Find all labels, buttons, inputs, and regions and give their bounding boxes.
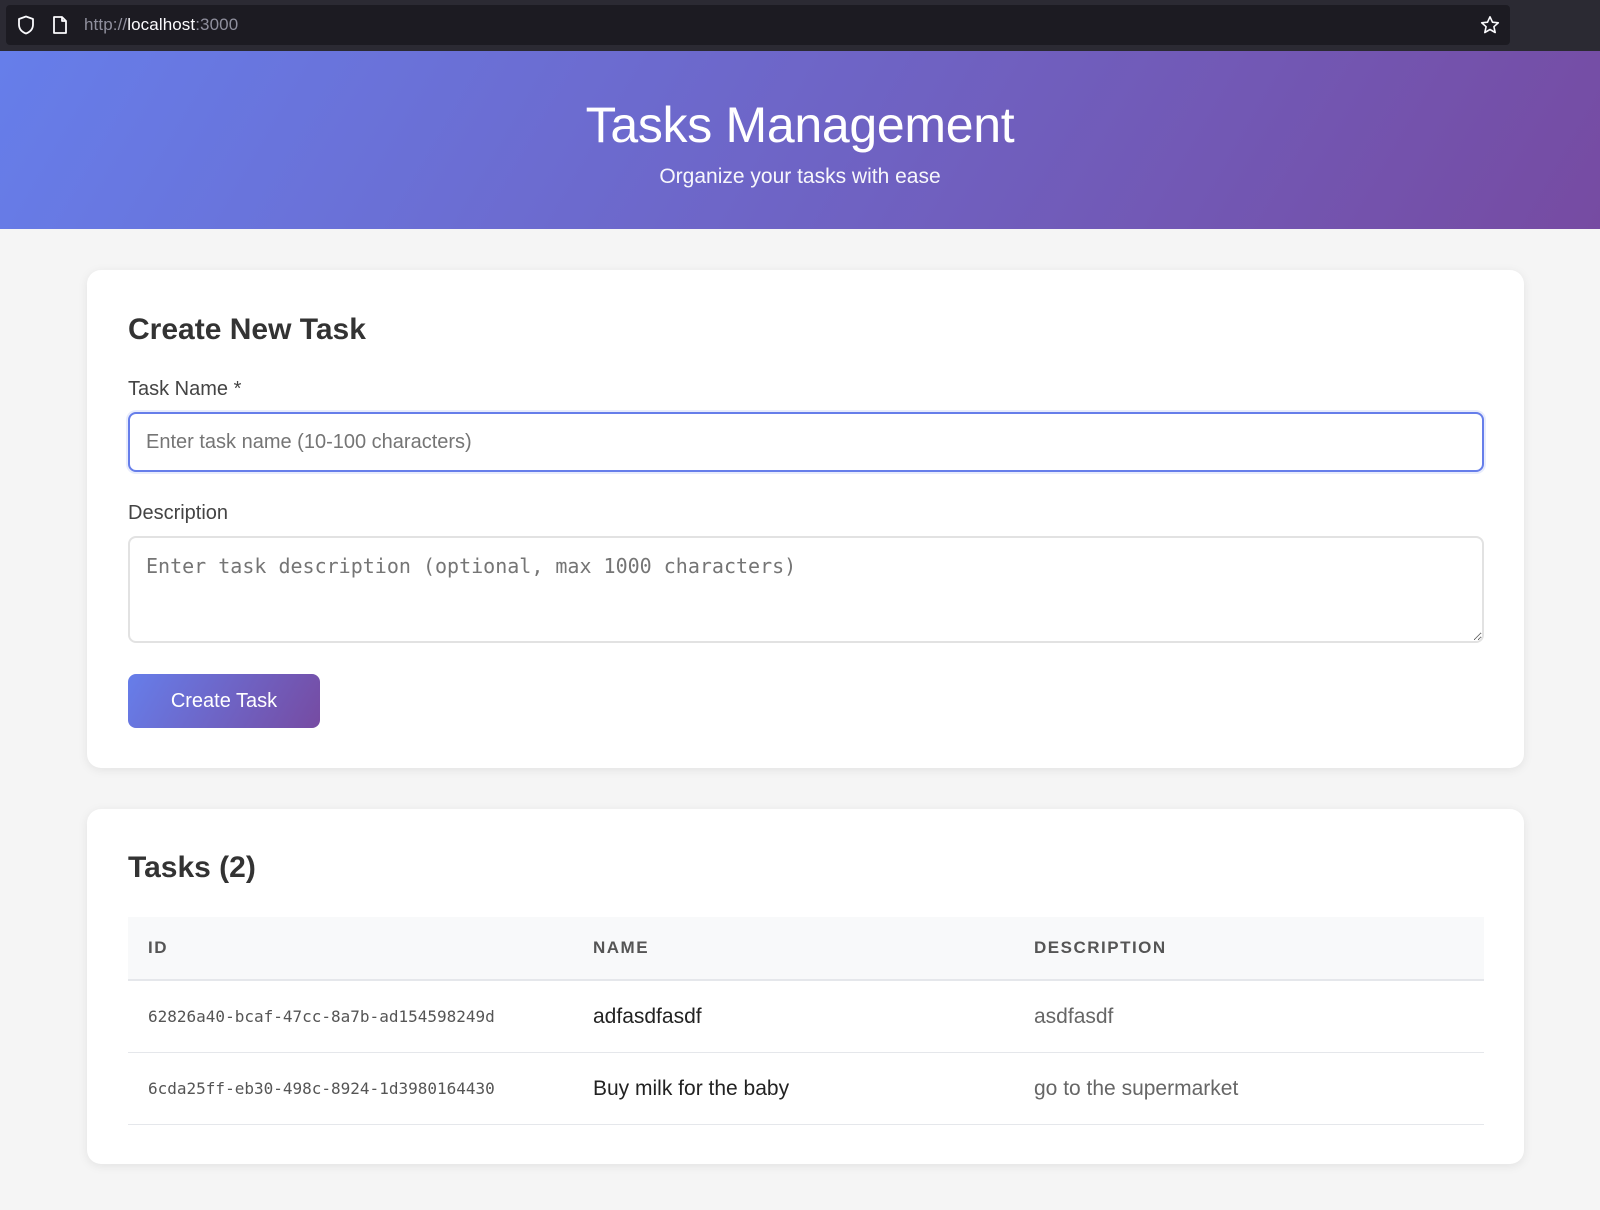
column-header-id: ID xyxy=(148,938,168,957)
browser-toolbar: http://localhost:3000 xyxy=(0,0,1600,51)
star-icon[interactable] xyxy=(1480,15,1500,35)
task-name: Buy milk for the baby xyxy=(593,1076,790,1100)
task-description: asdfasdf xyxy=(1034,1004,1114,1028)
create-task-card: Create New Task Task Name * Description … xyxy=(87,270,1524,768)
tasks-heading: Tasks (2) xyxy=(128,851,256,884)
url-host: localhost xyxy=(127,15,196,34)
create-task-button[interactable]: Create Task xyxy=(128,674,320,728)
page-header: Tasks Management Organize your tasks wit… xyxy=(0,51,1600,229)
task-name-label: Task Name * xyxy=(128,378,242,400)
table-row[interactable]: 6cda25ff-eb30-498c-8924-1d3980164430 Buy… xyxy=(128,1053,1484,1125)
tasks-card: Tasks (2) ID NAME DESCRIPTION 62826a40-b… xyxy=(87,809,1524,1164)
page-title: Tasks Management xyxy=(585,97,1015,153)
column-header-description: DESCRIPTION xyxy=(1034,938,1167,957)
task-description: go to the supermarket xyxy=(1034,1076,1239,1100)
description-textarea[interactable] xyxy=(128,536,1484,643)
shield-icon[interactable] xyxy=(16,15,36,35)
address-bar[interactable]: http://localhost:3000 xyxy=(6,5,1510,45)
task-name: adfasdfasdf xyxy=(593,1004,702,1028)
tasks-table: ID NAME DESCRIPTION 62826a40-bcaf-47cc-8… xyxy=(128,917,1484,1125)
create-task-heading: Create New Task xyxy=(128,313,366,346)
url-port: :3000 xyxy=(195,15,239,34)
task-id: 62826a40-bcaf-47cc-8a7b-ad154598249d xyxy=(148,1007,495,1026)
page-icon[interactable] xyxy=(50,15,70,35)
table-header-row: ID NAME DESCRIPTION xyxy=(128,917,1484,981)
page-subtitle: Organize your tasks with ease xyxy=(659,165,941,188)
description-label: Description xyxy=(128,502,229,524)
task-id: 6cda25ff-eb30-498c-8924-1d3980164430 xyxy=(148,1079,495,1098)
url-text[interactable]: http://localhost:3000 xyxy=(84,15,238,35)
task-name-input[interactable] xyxy=(128,412,1484,472)
url-scheme: http:// xyxy=(84,15,128,34)
column-header-name: NAME xyxy=(593,938,650,957)
table-row[interactable]: 62826a40-bcaf-47cc-8a7b-ad154598249d adf… xyxy=(128,981,1484,1053)
